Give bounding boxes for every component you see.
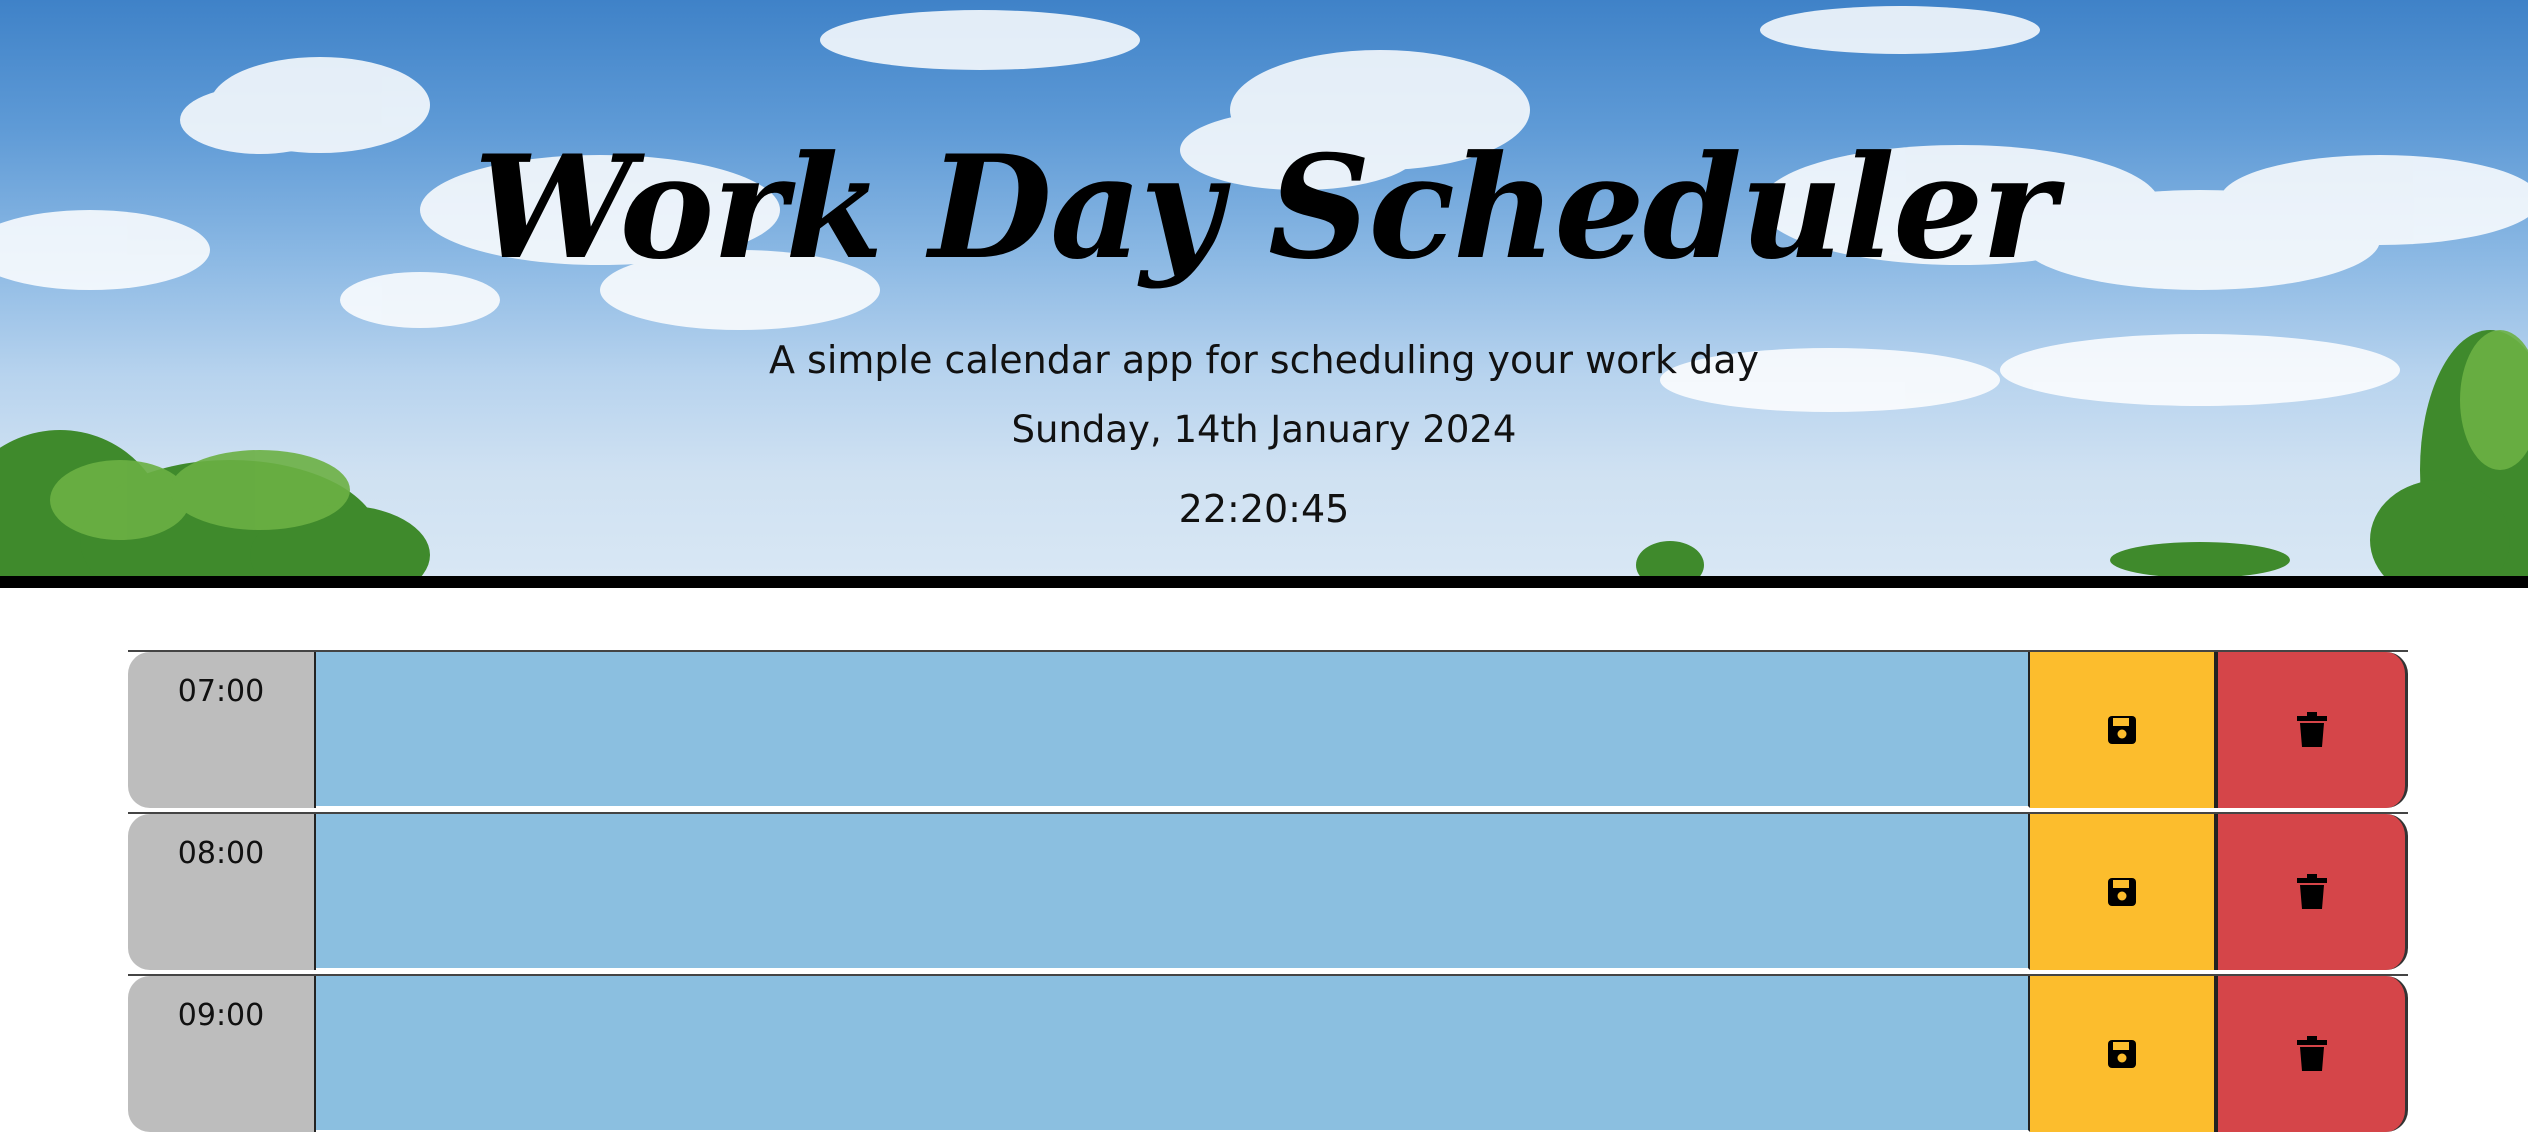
hour-label: 08:00 [128,814,316,970]
hour-label: 07:00 [128,652,316,808]
hour-label: 09:00 [128,976,316,1132]
page-title: Work Day Scheduler [473,125,2057,291]
trash-icon [2296,874,2327,910]
delete-button[interactable] [2218,976,2408,1132]
time-block-row: 07:00 [128,650,2408,808]
event-description-input[interactable] [316,652,2030,808]
trash-icon [2296,712,2327,748]
current-time: 22:20:45 [1178,487,1350,531]
page-subtitle: A simple calendar app for scheduling you… [768,338,1760,382]
floppy-disk-icon [2107,877,2137,907]
delete-button[interactable] [2218,814,2408,970]
save-button[interactable] [2030,814,2218,970]
floppy-disk-icon [2107,1039,2137,1069]
time-block-row: 09:00 [128,974,2408,1132]
event-description-input[interactable] [316,976,2030,1132]
delete-button[interactable] [2218,652,2408,808]
schedule-container: 07:00 08:00 09:00 [128,650,2408,1136]
trash-icon [2296,1036,2327,1072]
floppy-disk-icon [2107,715,2137,745]
time-block-row: 08:00 [128,812,2408,970]
header-banner: Work Day Scheduler A simple calendar app… [0,0,2528,588]
event-description-input[interactable] [316,814,2030,970]
save-button[interactable] [2030,652,2218,808]
save-button[interactable] [2030,976,2218,1132]
current-date: Sunday, 14th January 2024 [1011,408,1517,451]
